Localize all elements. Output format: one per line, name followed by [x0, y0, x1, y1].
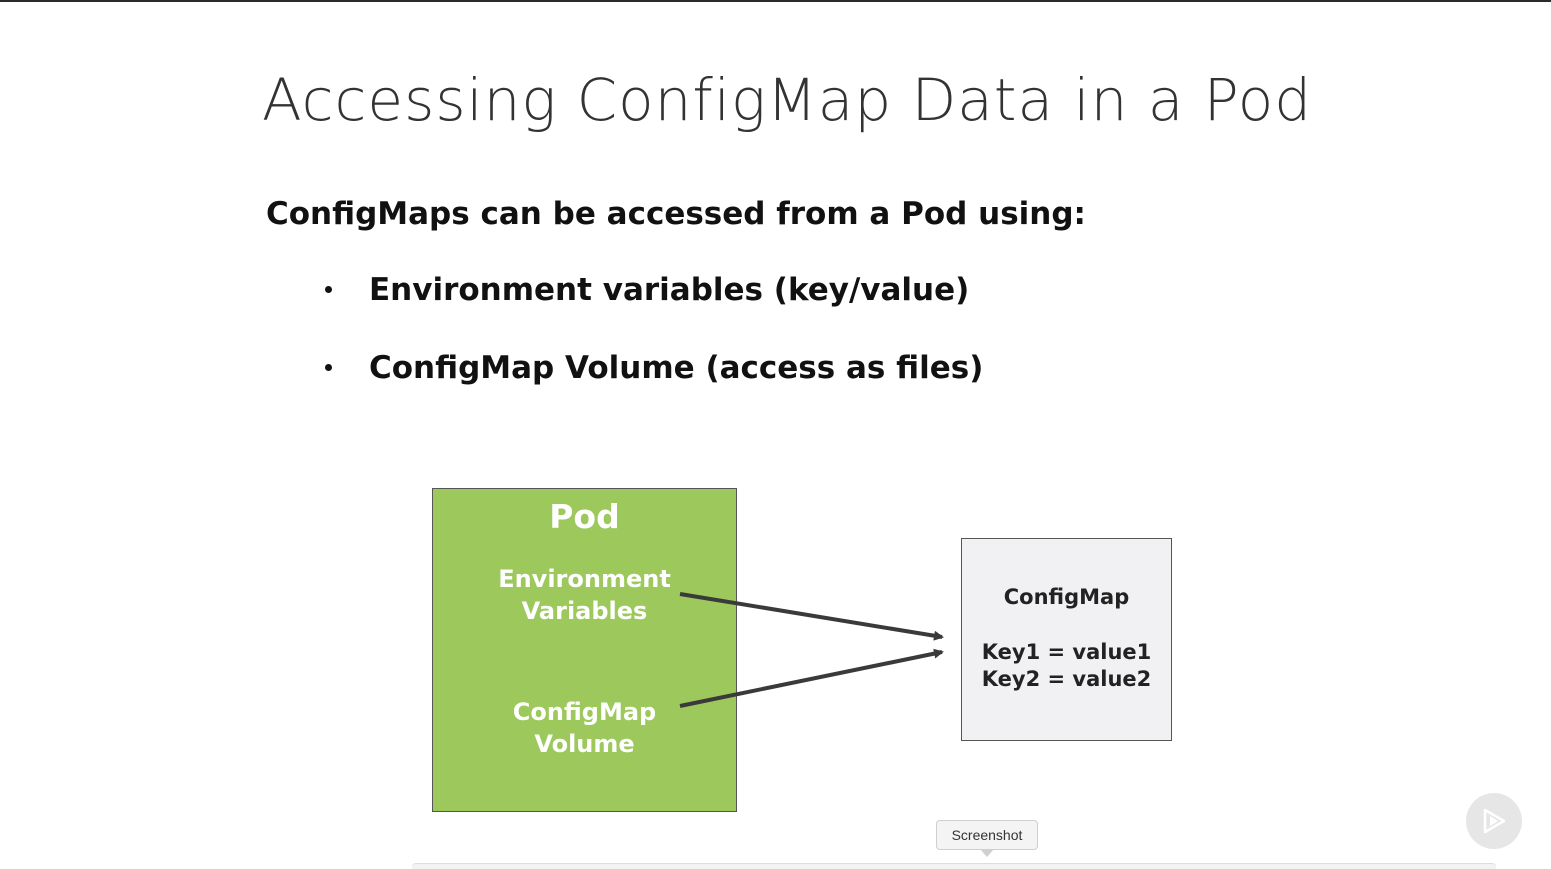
configmap-box: ConfigMap Key1 = value1 Key2 = value2	[961, 538, 1172, 741]
tooltip-pointer	[980, 849, 994, 857]
configmap-title: ConfigMap	[1003, 585, 1130, 609]
screenshot-tooltip: Screenshot	[936, 820, 1038, 850]
top-border	[0, 0, 1551, 2]
slide-title: Accessing ConfigMap Data in a Pod	[262, 66, 1313, 134]
pod-configmap-volume: ConfigMap Volume	[433, 696, 736, 760]
bullet-dot-icon	[325, 286, 332, 293]
bullet-text: Environment variables (key/value)	[369, 272, 970, 308]
bullet-text: ConfigMap Volume (access as files)	[369, 350, 984, 386]
bottom-panel-edge	[412, 863, 1496, 869]
intro-text: ConfigMaps can be accessed from a Pod us…	[266, 196, 1086, 232]
play-icon	[1483, 808, 1506, 834]
configmap-key1: Key1 = value1	[981, 640, 1152, 664]
pod-vol-line1: ConfigMap	[512, 698, 657, 726]
bullet-list: Environment variables (key/value) Config…	[320, 272, 983, 428]
pod-title: Pod	[549, 497, 620, 536]
play-button[interactable]	[1466, 793, 1522, 849]
bullet-item: ConfigMap Volume (access as files)	[320, 350, 983, 428]
bullet-dot-icon	[325, 364, 332, 371]
pod-box: Pod Environment Variables ConfigMap Volu…	[432, 488, 737, 812]
bullet-item: Environment variables (key/value)	[320, 272, 983, 350]
pod-vol-line2: Volume	[534, 730, 635, 758]
pod-env-line1: Environment	[498, 565, 671, 593]
configmap-key2: Key2 = value2	[981, 667, 1152, 691]
pod-env-line2: Variables	[521, 597, 648, 625]
pod-env-variables: Environment Variables	[433, 563, 736, 627]
